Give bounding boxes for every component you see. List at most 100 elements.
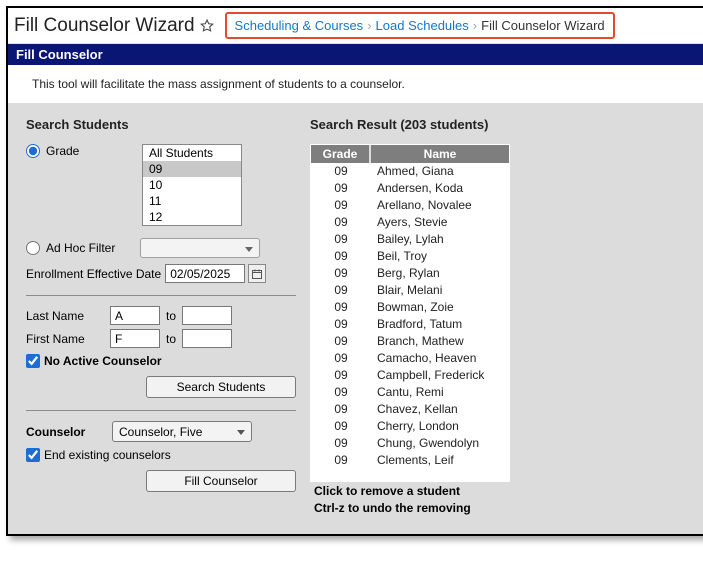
search-panel: Search Students Grade All Students 09 10… xyxy=(26,117,296,516)
to-label: to xyxy=(166,332,176,346)
lastname-to-input[interactable] xyxy=(182,306,232,325)
lastname-label: Last Name xyxy=(26,309,104,323)
no-active-counselor-label: No Active Counselor xyxy=(44,354,162,368)
cell-name: Cherry, London xyxy=(371,418,509,435)
grade-listbox[interactable]: All Students 09 10 11 12 xyxy=(142,144,242,226)
favorite-star-icon[interactable] xyxy=(199,18,215,34)
cell-name: Clements, Leif xyxy=(371,452,509,469)
results-header-row: Grade Name xyxy=(311,145,509,163)
table-row[interactable]: 09Chung, Gwendolyn xyxy=(311,435,509,452)
chevron-down-icon xyxy=(237,430,245,435)
no-active-row: No Active Counselor xyxy=(26,354,296,368)
adhoc-radio[interactable] xyxy=(26,241,40,255)
grade-option-all[interactable]: All Students xyxy=(143,145,241,161)
cell-grade: 09 xyxy=(311,299,371,316)
table-row[interactable]: 09Andersen, Koda xyxy=(311,180,509,197)
table-row[interactable]: 09Berg, Rylan xyxy=(311,265,509,282)
grade-option-12[interactable]: 12 xyxy=(143,209,241,225)
counselor-row: Counselor Counselor, Five xyxy=(26,421,296,442)
cell-name: Bradford, Tatum xyxy=(371,316,509,333)
lastname-row: Last Name to xyxy=(26,306,296,325)
cell-grade: 09 xyxy=(311,197,371,214)
results-heading: Search Result (203 students) xyxy=(310,117,689,132)
firstname-from-input[interactable] xyxy=(110,329,160,348)
cell-name: Cantu, Remi xyxy=(371,384,509,401)
divider xyxy=(26,410,296,411)
table-row[interactable]: 09Ayers, Stevie xyxy=(311,214,509,231)
cell-grade: 09 xyxy=(311,333,371,350)
cell-grade: 09 xyxy=(311,248,371,265)
table-row[interactable]: 09Campbell, Frederick xyxy=(311,367,509,384)
table-row[interactable]: 09Arellano, Novalee xyxy=(311,197,509,214)
end-existing-row: End existing counselors xyxy=(26,448,296,462)
tool-banner: Fill Counselor xyxy=(8,44,703,65)
calendar-button[interactable] xyxy=(248,264,266,283)
col-header-grade: Grade xyxy=(311,145,371,163)
results-panel: Search Result (203 students) Grade Name … xyxy=(310,117,689,516)
counselor-label: Counselor xyxy=(26,425,104,439)
enroll-row: Enrollment Effective Date xyxy=(26,264,296,283)
topbar: Fill Counselor Wizard Scheduling & Cours… xyxy=(8,8,703,44)
chevron-right-icon: › xyxy=(365,18,373,33)
table-row[interactable]: 09Bailey, Lylah xyxy=(311,231,509,248)
search-students-button[interactable]: Search Students xyxy=(146,376,296,398)
cell-grade: 09 xyxy=(311,435,371,452)
cell-grade: 09 xyxy=(311,384,371,401)
grade-option-11[interactable]: 11 xyxy=(143,193,241,209)
cell-name: Andersen, Koda xyxy=(371,180,509,197)
grade-label: Grade xyxy=(46,144,79,158)
cell-name: Blair, Melani xyxy=(371,282,509,299)
table-row[interactable]: 09Chavez, Kellan xyxy=(311,401,509,418)
divider xyxy=(26,295,296,296)
adhoc-row: Ad Hoc Filter xyxy=(26,238,296,258)
search-heading: Search Students xyxy=(26,117,296,132)
grade-option-09[interactable]: 09 xyxy=(143,161,241,177)
table-row[interactable]: 09Cherry, London xyxy=(311,418,509,435)
counselor-select[interactable]: Counselor, Five xyxy=(112,421,252,442)
app-frame: Fill Counselor Wizard Scheduling & Cours… xyxy=(6,6,703,536)
table-row[interactable]: 09Bowman, Zoie xyxy=(311,299,509,316)
cell-name: Camacho, Heaven xyxy=(371,350,509,367)
cell-grade: 09 xyxy=(311,316,371,333)
grade-radio[interactable] xyxy=(26,144,40,158)
table-row[interactable]: 09Ahmed, Giana xyxy=(311,163,509,180)
breadcrumb-link-scheduling[interactable]: Scheduling & Courses xyxy=(235,18,364,33)
cell-name: Bowman, Zoie xyxy=(371,299,509,316)
cell-grade: 09 xyxy=(311,367,371,384)
calendar-icon xyxy=(251,268,263,280)
end-existing-checkbox[interactable] xyxy=(26,448,40,462)
table-row[interactable]: 09Beil, Troy xyxy=(311,248,509,265)
counselor-select-value: Counselor, Five xyxy=(119,425,202,439)
cell-name: Branch, Mathew xyxy=(371,333,509,350)
results-body[interactable]: 09Ahmed, Giana09Andersen, Koda09Arellano… xyxy=(311,163,509,481)
table-row[interactable]: 09Camacho, Heaven xyxy=(311,350,509,367)
table-row[interactable]: 09Blair, Melani xyxy=(311,282,509,299)
enroll-date-label: Enrollment Effective Date xyxy=(26,267,161,281)
cell-grade: 09 xyxy=(311,163,371,180)
firstname-to-input[interactable] xyxy=(182,329,232,348)
enroll-date-input[interactable] xyxy=(165,264,245,283)
no-active-counselor-checkbox[interactable] xyxy=(26,354,40,368)
content: Search Students Grade All Students 09 10… xyxy=(8,103,703,534)
fill-counselor-button[interactable]: Fill Counselor xyxy=(146,470,296,492)
table-row[interactable]: 09Cantu, Remi xyxy=(311,384,509,401)
cell-grade: 09 xyxy=(311,452,371,469)
cell-name: Arellano, Novalee xyxy=(371,197,509,214)
table-row[interactable]: 09Bradford, Tatum xyxy=(311,316,509,333)
title-wrap: Fill Counselor Wizard xyxy=(14,15,215,37)
cell-name: Bailey, Lylah xyxy=(371,231,509,248)
cell-name: Campbell, Frederick xyxy=(371,367,509,384)
cell-name: Ayers, Stevie xyxy=(371,214,509,231)
breadcrumb-current: Fill Counselor Wizard xyxy=(481,18,605,33)
table-row[interactable]: 09Branch, Mathew xyxy=(311,333,509,350)
intro-text: This tool will facilitate the mass assig… xyxy=(8,65,703,103)
cell-grade: 09 xyxy=(311,401,371,418)
breadcrumb-link-load[interactable]: Load Schedules xyxy=(376,18,469,33)
col-header-name: Name xyxy=(371,145,509,163)
grade-option-10[interactable]: 10 xyxy=(143,177,241,193)
adhoc-select[interactable] xyxy=(140,238,260,258)
cell-grade: 09 xyxy=(311,265,371,282)
lastname-from-input[interactable] xyxy=(110,306,160,325)
table-row[interactable]: 09Clements, Leif xyxy=(311,452,509,469)
cell-name: Beil, Troy xyxy=(371,248,509,265)
